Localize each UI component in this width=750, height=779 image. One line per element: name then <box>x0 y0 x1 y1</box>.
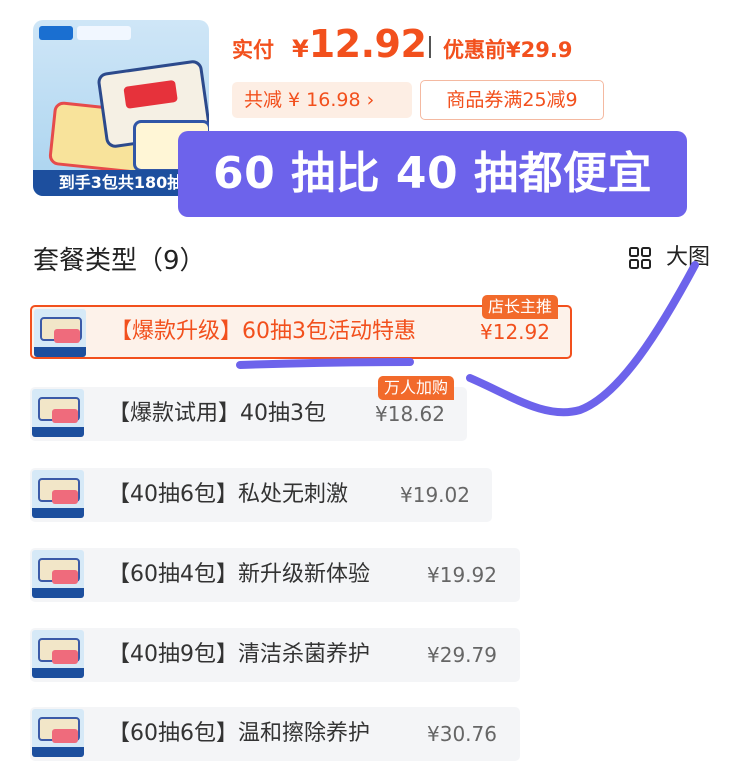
coupon-chip[interactable]: 商品券满25减9 <box>420 80 604 120</box>
sku-thumbnail <box>32 389 84 437</box>
actual-price-label: 实付 <box>232 38 274 62</box>
currency-symbol: ¥ <box>292 35 309 63</box>
sku-label: 【40抽6包】私处无刺激 <box>108 482 348 507</box>
sku-price: ¥29.79 <box>427 643 497 667</box>
sku-price: ¥19.92 <box>427 563 497 587</box>
sku-price: ¥30.76 <box>427 722 497 746</box>
grid-icon <box>629 247 651 269</box>
actual-price-value: 12.92 <box>308 22 427 66</box>
sku-label: 【爆款试用】40抽3包 <box>108 401 326 426</box>
sku-thumbnail <box>32 630 84 678</box>
original-price-label: 优惠前 <box>443 38 506 62</box>
sku-thumbnail <box>32 550 84 598</box>
sku-thumbnail <box>32 709 84 757</box>
total-discount-chip[interactable]: 共减 ¥ 16.98 › <box>232 82 412 118</box>
annotation-banner: 60 抽比 40 抽都便宜 <box>178 131 687 217</box>
sku-label: 【60抽4包】新升级新体验 <box>108 562 370 587</box>
sku-option[interactable]: 【40抽6包】私处无刺激 ¥19.02 <box>30 468 492 522</box>
original-price: 优惠前¥29.9 <box>443 34 572 64</box>
brand-logo <box>39 26 73 40</box>
popular-badge: 万人加购 <box>378 376 455 400</box>
package-section-title: 套餐类型（9） <box>33 246 206 276</box>
sku-thumbnail <box>32 470 84 518</box>
original-price-value: ¥29.9 <box>506 38 573 62</box>
sku-thumbnail <box>34 309 86 357</box>
sku-label: 【40抽9包】清洁杀菌养护 <box>108 642 370 667</box>
price-divider <box>429 36 431 58</box>
recommend-badge: 店长主推 <box>482 295 559 319</box>
view-large-label: 大图 <box>666 245 711 270</box>
sku-option[interactable]: 【60抽4包】新升级新体验 ¥19.92 <box>30 548 520 602</box>
sku-option[interactable]: 【60抽6包】温和擦除养护 ¥30.76 <box>30 707 520 761</box>
co-brand-tag <box>77 26 131 40</box>
sku-option[interactable]: 【40抽9包】清洁杀菌养护 ¥29.79 <box>30 628 520 682</box>
sku-price: ¥19.02 <box>400 483 470 507</box>
actual-price: ¥12.92 <box>292 22 427 66</box>
sku-label: 【60抽6包】温和擦除养护 <box>108 721 370 746</box>
sku-label: 【爆款升级】60抽3包活动特惠 <box>110 319 416 344</box>
